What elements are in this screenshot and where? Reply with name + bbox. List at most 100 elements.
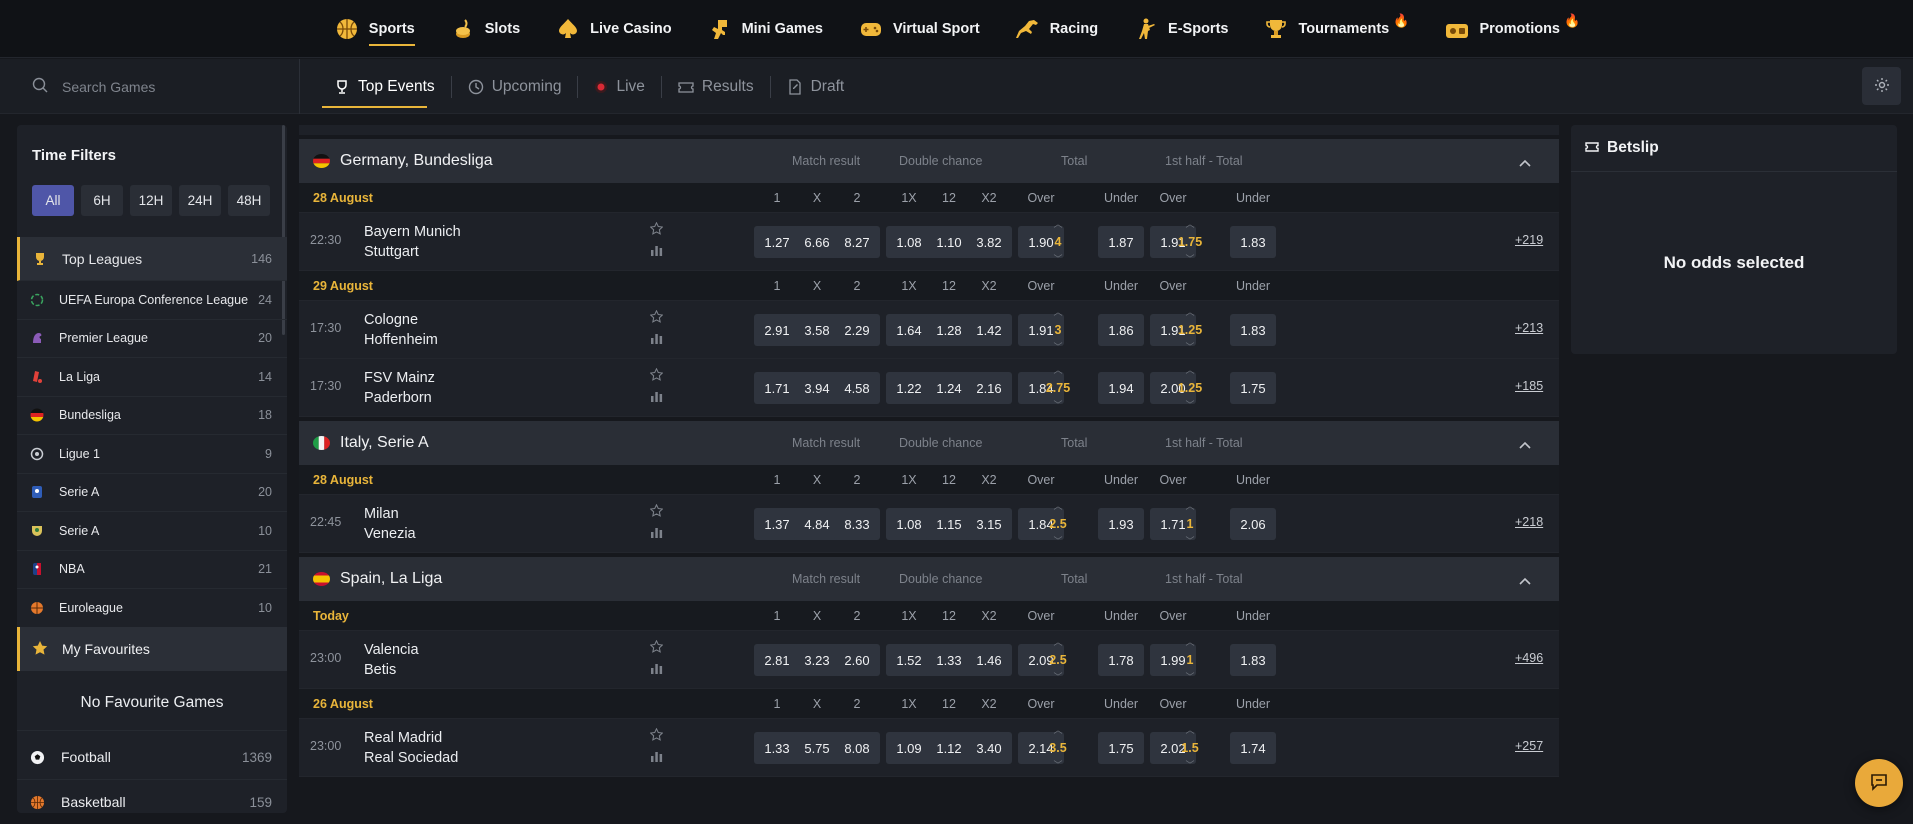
odd-half-under-button[interactable]: 1.74: [1230, 732, 1276, 764]
time-filter-48h[interactable]: 48H: [228, 185, 270, 216]
odd-total-under-button[interactable]: 1.75: [1098, 732, 1144, 764]
chevron-down-icon[interactable]: ﹀: [1053, 673, 1062, 682]
statistics-icon[interactable]: [650, 662, 663, 678]
chevron-up-icon[interactable]: ︿: [1185, 220, 1194, 229]
nav-live-casino[interactable]: Live Casino: [537, 0, 688, 58]
sidebar-item-nba[interactable]: NBA 21: [17, 551, 287, 589]
nav-slots[interactable]: Slots: [432, 0, 537, 58]
time-filter-24h[interactable]: 24H: [179, 185, 221, 216]
chevron-up-icon[interactable]: ︿: [1053, 638, 1062, 647]
tab-results[interactable]: Results: [662, 59, 770, 114]
chevron-up-icon[interactable]: ︿: [1053, 366, 1062, 375]
more-markets-link[interactable]: +496: [1515, 651, 1543, 665]
match-teams[interactable]: Real Madrid Real Sociedad: [364, 728, 458, 768]
match-row[interactable]: 22:30 Bayern Munich Stuttgart 1.27 6.66 8.27 1…: [299, 213, 1559, 271]
statistics-icon[interactable]: [650, 244, 663, 260]
favourite-star-icon[interactable]: [649, 727, 664, 744]
odd-x2-button[interactable]: 2.16: [966, 372, 1012, 404]
sidebar-item-premier-league[interactable]: Premier League 20: [17, 320, 287, 358]
statistics-icon[interactable]: [650, 750, 663, 766]
chevron-up-icon[interactable]: ︿: [1185, 308, 1194, 317]
favourite-star-icon[interactable]: [649, 503, 664, 520]
match-teams[interactable]: Valencia Betis: [364, 640, 419, 680]
tab-draft[interactable]: Draft: [771, 59, 861, 114]
match-row[interactable]: 17:30 Cologne Hoffenheim 2.91 3.58 2.29 1.64 1.…: [299, 301, 1559, 359]
odd-half-under-button[interactable]: 2.06: [1230, 508, 1276, 540]
match-teams[interactable]: Bayern Munich Stuttgart: [364, 222, 461, 262]
chevron-up-icon[interactable]: [1519, 155, 1531, 170]
chevron-up-icon[interactable]: ︿: [1053, 502, 1062, 511]
chevron-down-icon[interactable]: ﹀: [1185, 255, 1194, 264]
more-markets-link[interactable]: +218: [1515, 515, 1543, 529]
league-header[interactable]: Italy, Serie A Match result Double chance T…: [299, 421, 1559, 465]
chevron-up-icon[interactable]: ︿: [1185, 366, 1194, 375]
league-header[interactable]: Spain, La Liga Match result Double chance T…: [299, 557, 1559, 601]
chevron-down-icon[interactable]: ﹀: [1185, 343, 1194, 352]
odd-total-under-button[interactable]: 1.86: [1098, 314, 1144, 346]
sidebar-item-bundesliga[interactable]: Bundesliga 18: [17, 397, 287, 435]
match-teams[interactable]: FSV Mainz Paderborn: [364, 368, 435, 408]
odd-2-button[interactable]: 8.33: [834, 508, 880, 540]
chevron-up-icon[interactable]: ︿: [1185, 638, 1194, 647]
odd-x2-button[interactable]: 1.42: [966, 314, 1012, 346]
time-filter-6h[interactable]: 6H: [81, 185, 123, 216]
odd-total-under-button[interactable]: 1.87: [1098, 226, 1144, 258]
nav-racing[interactable]: Racing: [997, 0, 1115, 58]
match-row[interactable]: 23:00 Real Madrid Real Sociedad 1.33 5.75 8.0…: [299, 719, 1559, 777]
match-teams[interactable]: Milan Venezia: [364, 504, 416, 544]
favourite-star-icon[interactable]: [649, 221, 664, 238]
sidebar-item-top-leagues[interactable]: Top Leagues 146: [17, 237, 287, 281]
tab-upcoming[interactable]: Upcoming: [452, 59, 578, 114]
chevron-up-icon[interactable]: [1519, 573, 1531, 588]
nav-sports[interactable]: Sports: [316, 0, 432, 58]
statistics-icon[interactable]: [650, 526, 663, 542]
odd-2-button[interactable]: 4.58: [834, 372, 880, 404]
sidebar-item-serie-a[interactable]: Serie A 20: [17, 474, 287, 512]
chat-button[interactable]: [1855, 759, 1903, 807]
more-markets-link[interactable]: +185: [1515, 379, 1543, 393]
chevron-down-icon[interactable]: ﹀: [1185, 537, 1194, 546]
favourite-star-icon[interactable]: [649, 309, 664, 326]
favourite-star-icon[interactable]: [649, 639, 664, 656]
nav-mini-games[interactable]: Mini Games: [689, 0, 840, 58]
more-markets-link[interactable]: +257: [1515, 739, 1543, 753]
odd-half-under-button[interactable]: 1.83: [1230, 314, 1276, 346]
chevron-down-icon[interactable]: ﹀: [1053, 761, 1062, 770]
odd-2-button[interactable]: 2.60: [834, 644, 880, 676]
chevron-up-icon[interactable]: ︿: [1185, 726, 1194, 735]
chevron-up-icon[interactable]: ︿: [1185, 502, 1194, 511]
sidebar-item-conference-league[interactable]: UEFA Europa Conference League 24: [17, 281, 287, 320]
match-teams[interactable]: Cologne Hoffenheim: [364, 310, 438, 350]
match-row[interactable]: 17:30 FSV Mainz Paderborn 1.71 3.94 4.58 1.22 1…: [299, 359, 1559, 417]
chevron-down-icon[interactable]: ﹀: [1053, 537, 1062, 546]
sidebar-item-serie-a-2[interactable]: Serie A 10: [17, 512, 287, 551]
odd-2-button[interactable]: 2.29: [834, 314, 880, 346]
statistics-icon[interactable]: [650, 332, 663, 348]
sidebar-item-my-favourites[interactable]: My Favourites: [17, 627, 287, 671]
odd-total-under-button[interactable]: 1.94: [1098, 372, 1144, 404]
nav-virtual-sport[interactable]: Virtual Sport: [840, 0, 997, 58]
nav-promotions[interactable]: Promotions 🔥: [1426, 0, 1597, 58]
match-row[interactable]: 22:45 Milan Venezia 1.37 4.84 8.33 1.08 1.15 3.1…: [299, 495, 1559, 553]
nav-tournaments[interactable]: Tournaments 🔥: [1245, 0, 1426, 58]
odd-x2-button[interactable]: 3.82: [966, 226, 1012, 258]
odd-2-button[interactable]: 8.08: [834, 732, 880, 764]
chevron-up-icon[interactable]: [1519, 437, 1531, 452]
sidebar-item-basketball[interactable]: Basketball 159: [17, 780, 287, 813]
odd-total-under-button[interactable]: 1.93: [1098, 508, 1144, 540]
sidebar-item-euroleague[interactable]: Euroleague 10: [17, 589, 287, 628]
more-markets-link[interactable]: +219: [1515, 233, 1543, 247]
odd-2-button[interactable]: 8.27: [834, 226, 880, 258]
chevron-down-icon[interactable]: ﹀: [1185, 401, 1194, 410]
chevron-up-icon[interactable]: ︿: [1053, 726, 1062, 735]
sidebar-item-la-liga[interactable]: La Liga 14: [17, 358, 287, 397]
time-filter-12h[interactable]: 12H: [130, 185, 172, 216]
odd-x2-button[interactable]: 3.40: [966, 732, 1012, 764]
tab-live[interactable]: Live: [578, 59, 660, 114]
search-input[interactable]: [62, 78, 282, 95]
chevron-up-icon[interactable]: ︿: [1053, 220, 1062, 229]
odd-x2-button[interactable]: 3.15: [966, 508, 1012, 540]
odd-total-under-button[interactable]: 1.78: [1098, 644, 1144, 676]
chevron-down-icon[interactable]: ﹀: [1053, 401, 1062, 410]
sidebar-item-football[interactable]: Football 1369: [17, 735, 287, 780]
